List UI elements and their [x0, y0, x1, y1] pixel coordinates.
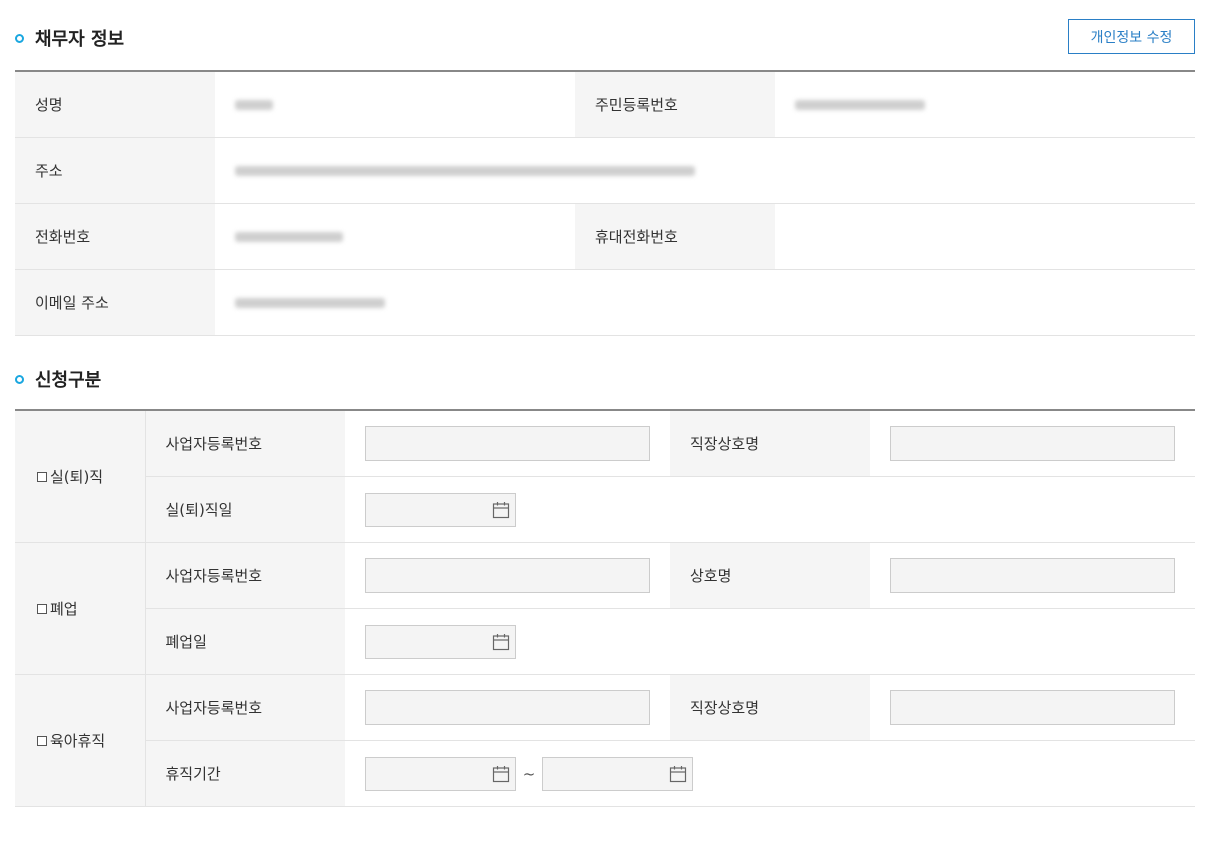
business-number-label: 사업자등록번호	[145, 674, 345, 741]
redacted-value	[235, 298, 385, 308]
mobile-value	[775, 203, 1195, 270]
company-name-label: 직장상호명	[670, 410, 870, 477]
debtor-info-title-text: 채무자 정보	[35, 29, 125, 50]
phone-value	[215, 203, 575, 270]
closure-date-label: 폐업일	[145, 608, 345, 675]
closure-date-cell	[345, 608, 1195, 675]
category-label: 폐업	[50, 600, 78, 618]
category-parental-leave: 육아휴직	[15, 674, 146, 807]
business-number-input[interactable]	[365, 558, 650, 593]
checkbox-icon[interactable]	[37, 471, 47, 482]
category-closure: 폐업	[15, 542, 146, 675]
leave-period-label: 휴직기간	[145, 740, 345, 807]
closure-date-input[interactable]	[365, 624, 516, 659]
leave-period-cell: ~	[345, 740, 1195, 807]
bullet-icon	[15, 33, 24, 43]
apply-type-table: 실(퇴)직 사업자등록번호 직장상호명 실(퇴)직일 폐업 사업자등록번호 상호…	[15, 409, 1195, 807]
retirement-date-cell	[345, 476, 1195, 543]
company-name-input[interactable]	[890, 690, 1175, 725]
calendar-icon[interactable]	[492, 765, 510, 783]
bullet-icon	[15, 374, 24, 384]
checkbox-closure[interactable]: 폐업	[37, 598, 145, 619]
table-row: 육아휴직 사업자등록번호 직장상호명	[15, 674, 1195, 807]
apply-type-title: 신청구분	[15, 366, 101, 392]
rrn-label: 주민등록번호	[575, 71, 775, 138]
business-number-input[interactable]	[365, 690, 650, 725]
checkbox-icon[interactable]	[37, 603, 47, 614]
business-number-label: 사업자등록번호	[145, 410, 345, 477]
name-value	[215, 71, 575, 138]
debtor-info-table: 성명 주민등록번호 주소 전화번호 휴대전화번호 이메일 주소	[15, 70, 1195, 336]
business-number-input[interactable]	[365, 426, 650, 461]
company-name-cell	[870, 674, 1195, 741]
table-row: 주소	[15, 137, 1195, 204]
name-label: 성명	[15, 71, 215, 138]
checkbox-icon[interactable]	[37, 735, 47, 746]
business-number-label: 사업자등록번호	[145, 542, 345, 609]
retirement-date-input[interactable]	[365, 492, 516, 527]
leave-start-date-input[interactable]	[365, 756, 516, 791]
calendar-icon[interactable]	[492, 633, 510, 651]
checkbox-parental-leave[interactable]: 육아휴직	[37, 730, 145, 751]
redacted-value	[795, 100, 925, 110]
email-label: 이메일 주소	[15, 269, 215, 336]
company-name-input[interactable]	[890, 426, 1175, 461]
trade-name-label: 상호명	[670, 542, 870, 609]
mobile-label: 휴대전화번호	[575, 203, 775, 270]
apply-type-title-text: 신청구분	[35, 370, 102, 391]
trade-name-input[interactable]	[890, 558, 1175, 593]
category-retirement: 실(퇴)직	[15, 410, 146, 543]
redacted-value	[235, 232, 343, 242]
checkbox-retirement[interactable]: 실(퇴)직	[37, 466, 145, 487]
date-range-separator: ~	[522, 764, 536, 783]
address-value	[215, 137, 1195, 204]
business-number-cell	[345, 674, 670, 741]
rrn-value	[775, 71, 1195, 138]
leave-end-date-input[interactable]	[542, 756, 693, 791]
debtor-info-title: 채무자 정보	[15, 25, 124, 51]
company-name-cell	[870, 410, 1195, 477]
phone-label: 전화번호	[15, 203, 215, 270]
table-row: 실(퇴)직일	[15, 476, 1195, 543]
table-row: 휴직기간 ~	[15, 740, 1195, 807]
category-label: 육아휴직	[50, 732, 106, 750]
company-name-label: 직장상호명	[670, 674, 870, 741]
table-row: 폐업일	[15, 608, 1195, 675]
email-value	[215, 269, 1195, 336]
edit-personal-info-button[interactable]: 개인정보 수정	[1068, 19, 1195, 54]
redacted-value	[235, 100, 273, 110]
retirement-date-label: 실(퇴)직일	[145, 476, 345, 543]
address-label: 주소	[15, 137, 215, 204]
table-row: 성명 주민등록번호	[15, 71, 1195, 138]
trade-name-cell	[870, 542, 1195, 609]
calendar-icon[interactable]	[492, 501, 510, 519]
business-number-cell	[345, 542, 670, 609]
category-label: 실(퇴)직	[50, 468, 104, 486]
calendar-icon[interactable]	[669, 765, 687, 783]
table-row: 폐업 사업자등록번호 상호명	[15, 542, 1195, 675]
business-number-cell	[345, 410, 670, 477]
table-row: 전화번호 휴대전화번호	[15, 203, 1195, 270]
table-row: 실(퇴)직 사업자등록번호 직장상호명	[15, 410, 1195, 543]
redacted-value	[235, 166, 695, 176]
table-row: 이메일 주소	[15, 269, 1195, 336]
